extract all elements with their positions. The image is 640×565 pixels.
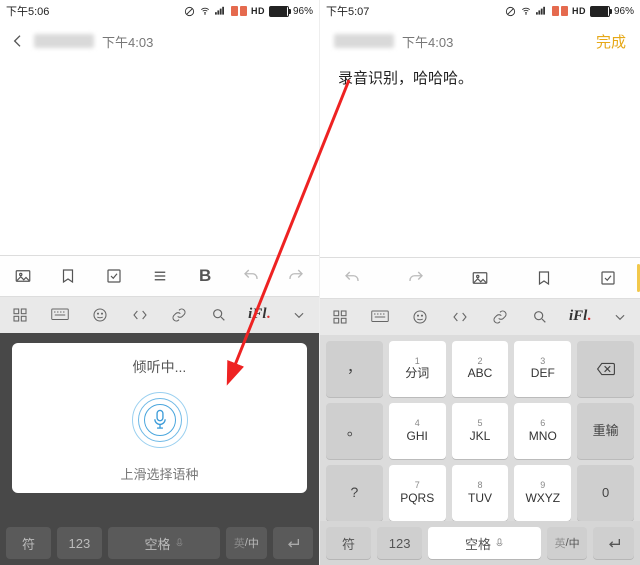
mic-small-icon xyxy=(495,538,504,549)
status-right: HD 96% xyxy=(184,6,313,17)
editor-toolbar: B xyxy=(0,255,319,297)
clear-key[interactable]: 重输 xyxy=(577,403,634,459)
key-1[interactable]: 1分词 xyxy=(389,341,446,397)
key-7[interactable]: 7PQRS xyxy=(389,465,446,521)
keyboard-bottom-row: 符 123 空格 英/中 xyxy=(320,521,640,565)
screenshot-left: 下午5:06 HD 96% 下午4:03 B xyxy=(0,0,320,565)
question-key[interactable]: ? xyxy=(326,465,383,521)
dnd-icon xyxy=(505,6,516,17)
ime-code-icon[interactable] xyxy=(440,309,480,325)
mic-icon[interactable] xyxy=(132,392,188,448)
keypad: ， 1分词 2ABC 3DEF 。 4GHI 5JKL 6MNO 重输 ? 7P… xyxy=(320,335,640,522)
ime-brand[interactable]: iFl. xyxy=(560,308,600,325)
image-button[interactable] xyxy=(0,256,46,296)
hd-label: HD xyxy=(251,6,265,16)
ime-toolbar: iFl. xyxy=(0,297,319,333)
list-button[interactable] xyxy=(137,256,183,296)
header-time: 下午4:03 xyxy=(402,32,453,51)
voice-card[interactable]: 倾听中... 上滑选择语种 xyxy=(12,343,307,493)
tag-button[interactable] xyxy=(512,258,576,298)
image-button[interactable] xyxy=(448,258,512,298)
sim-icons xyxy=(552,6,568,16)
ime-search-icon[interactable] xyxy=(199,307,239,323)
ime-link-icon[interactable] xyxy=(160,307,200,323)
language-key[interactable]: 英/中 xyxy=(547,527,588,559)
signal-icon xyxy=(536,6,548,16)
ime-emoji-icon[interactable] xyxy=(400,309,440,325)
status-time: 下午5:06 xyxy=(6,3,49,19)
hd-label: HD xyxy=(572,6,586,16)
tag-button[interactable] xyxy=(46,256,92,296)
voice-hint: 上滑选择语种 xyxy=(120,464,198,483)
ime-keyboard-icon[interactable] xyxy=(40,308,80,322)
redo-button[interactable] xyxy=(384,258,448,298)
ime-emoji-icon[interactable] xyxy=(80,307,120,323)
enter-key[interactable] xyxy=(593,527,634,559)
ime-apps-icon[interactable] xyxy=(320,309,360,325)
ime-link-icon[interactable] xyxy=(480,309,520,325)
ime-code-icon[interactable] xyxy=(120,307,160,323)
space-key[interactable]: 空格 xyxy=(428,527,541,559)
voice-input-panel: 倾听中... 上滑选择语种 xyxy=(0,333,319,522)
done-button[interactable]: 完成 xyxy=(596,31,630,52)
symbol-key[interactable]: 符 xyxy=(6,527,51,559)
ime-toolbar: iFl. xyxy=(320,299,640,335)
ime-collapse-icon[interactable] xyxy=(279,308,319,322)
period-key[interactable]: 。 xyxy=(326,403,383,459)
status-right: HD 96% xyxy=(505,6,634,17)
ime-keyboard-icon[interactable] xyxy=(360,310,400,324)
bold-button[interactable]: B xyxy=(182,256,228,296)
battery-pct: 96% xyxy=(614,6,634,17)
key-4[interactable]: 4GHI xyxy=(389,403,446,459)
battery-icon xyxy=(590,6,610,17)
ime-apps-icon[interactable] xyxy=(0,307,40,323)
symbol-key[interactable]: 符 xyxy=(326,527,371,559)
status-bar: 下午5:07 HD 96% xyxy=(320,0,640,22)
space-key[interactable]: 空格 xyxy=(108,527,220,559)
punct-key[interactable]: ， xyxy=(326,341,383,397)
dnd-icon xyxy=(184,6,195,17)
numeric-key[interactable]: 123 xyxy=(57,527,102,559)
header: 下午4:03 xyxy=(0,22,319,60)
signal-icon xyxy=(215,6,227,16)
key-5[interactable]: 5JKL xyxy=(452,403,509,459)
keyboard-bottom-row: 符 123 空格 英/中 xyxy=(0,521,319,565)
undo-button[interactable] xyxy=(228,256,274,296)
screenshot-right: 下午5:07 HD 96% 下午4:03 完成 录音识别，哈哈哈。 xyxy=(320,0,640,565)
header-time: 下午4:03 xyxy=(102,32,153,51)
ime-brand[interactable]: iFl. xyxy=(239,306,279,323)
key-9[interactable]: 9WXYZ xyxy=(514,465,571,521)
header: 下午4:03 完成 xyxy=(320,22,640,60)
wifi-icon xyxy=(199,6,211,16)
language-key[interactable]: 英/中 xyxy=(226,527,266,559)
key-6[interactable]: 6MNO xyxy=(514,403,571,459)
ime-collapse-icon[interactable] xyxy=(600,310,640,324)
sim-icons xyxy=(231,6,247,16)
note-content[interactable]: 录音识别，哈哈哈。 xyxy=(320,60,640,257)
battery-pct: 96% xyxy=(293,6,313,17)
redo-button[interactable] xyxy=(273,256,319,296)
voice-status: 倾听中... xyxy=(133,357,187,377)
battery-icon xyxy=(269,6,289,17)
back-icon[interactable] xyxy=(10,33,26,49)
backspace-key[interactable] xyxy=(577,341,634,397)
key-2[interactable]: 2ABC xyxy=(452,341,509,397)
numeric-key[interactable]: 123 xyxy=(377,527,422,559)
mic-small-icon xyxy=(175,538,184,549)
key-8[interactable]: 8TUV xyxy=(452,465,509,521)
zero-key[interactable]: 0 xyxy=(577,465,634,521)
status-time: 下午5:07 xyxy=(326,3,369,19)
key-3[interactable]: 3DEF xyxy=(514,341,571,397)
note-title-blurred xyxy=(334,34,394,48)
enter-key[interactable] xyxy=(273,527,313,559)
wifi-icon xyxy=(520,6,532,16)
editor-toolbar xyxy=(320,257,640,299)
checkbox-button[interactable] xyxy=(91,256,137,296)
ime-search-icon[interactable] xyxy=(520,309,560,325)
checkbox-button[interactable] xyxy=(576,258,640,298)
status-bar: 下午5:06 HD 96% xyxy=(0,0,319,22)
note-content[interactable] xyxy=(0,60,319,255)
note-title-blurred xyxy=(34,34,94,48)
undo-button[interactable] xyxy=(320,258,384,298)
